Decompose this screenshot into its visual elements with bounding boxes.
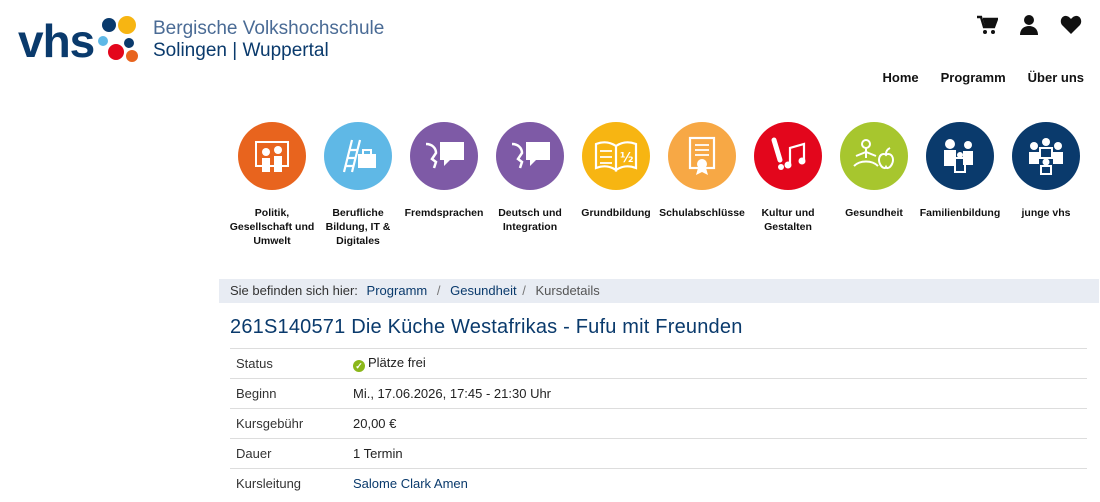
row-key: Status xyxy=(230,348,353,379)
org-line1: Bergische Volkshochschule xyxy=(153,18,385,39)
category-kultur-gestalten[interactable]: Kultur und Gestalten xyxy=(745,122,831,248)
breadcrumb-gesundheit[interactable]: Gesundheit xyxy=(450,283,517,298)
vhs-logo[interactable]: vhs Bergische Volkshochschule Solingen |… xyxy=(8,12,398,72)
breadcrumb: Sie befinden sich hier: Programm / Gesun… xyxy=(219,279,1099,303)
category-circle xyxy=(926,122,994,190)
table-row: Kursgebühr 20,00 € xyxy=(230,408,1087,439)
breadcrumb-separator: / xyxy=(436,283,441,298)
table-row: Dauer 1 Termin xyxy=(230,438,1087,469)
heart-icon[interactable] xyxy=(1060,14,1082,36)
category-label: Deutsch und Integration xyxy=(498,207,562,233)
row-key: Dauer xyxy=(230,438,353,469)
category-berufliche-bildung[interactable]: Berufliche Bildung, IT & Digitales xyxy=(315,122,401,248)
speech-icon xyxy=(511,142,550,169)
main-nav: Home Programm Über uns xyxy=(883,70,1085,85)
status-text: Plätze frei xyxy=(368,355,426,370)
category-bar: Politik, Gesellschaft und Umwelt Berufli… xyxy=(229,122,1089,248)
speech-icon xyxy=(425,142,464,169)
category-circle: ½ xyxy=(582,122,650,190)
page-title: 261S140571 Die Küche Westafrikas - Fufu … xyxy=(230,316,743,338)
ladder-briefcase-icon xyxy=(342,139,376,173)
cart-icon[interactable] xyxy=(976,14,999,36)
category-label: Berufliche Bildung, IT & Digitales xyxy=(325,207,391,247)
category-circle xyxy=(668,122,736,190)
category-label: junge vhs xyxy=(1021,207,1071,219)
row-value: 20,00 € xyxy=(353,408,1087,439)
category-label: Kultur und Gestalten xyxy=(761,207,815,233)
certificate-icon xyxy=(688,136,716,175)
family-icon xyxy=(944,139,973,173)
book-icon: ½ xyxy=(594,141,638,173)
row-value: ✓ Plätze frei xyxy=(353,348,1087,379)
instructor-link[interactable]: Salome Clark Amen xyxy=(353,468,1087,498)
category-circle xyxy=(410,122,478,190)
row-key: Kursgebühr xyxy=(230,408,353,439)
category-label: Schulabschlüsse xyxy=(659,207,745,219)
category-label: Politik, Gesellschaft und Umwelt xyxy=(229,207,315,247)
breadcrumb-separator: / xyxy=(522,283,526,298)
category-label: Familienbildung xyxy=(919,207,1001,219)
people-icon xyxy=(255,141,289,172)
category-junge-vhs[interactable]: junge vhs xyxy=(1003,122,1089,248)
category-label: Fremdsprachen xyxy=(404,207,484,219)
category-circle xyxy=(496,122,564,190)
user-icon[interactable] xyxy=(1018,14,1040,36)
category-fremdsprachen[interactable]: Fremdsprachen xyxy=(401,122,487,248)
table-row: Beginn Mi., 17.06.2026, 17:45 - 21:30 Uh… xyxy=(230,378,1087,409)
category-circle xyxy=(238,122,306,190)
category-label: Gesundheit xyxy=(845,207,903,219)
check-icon: ✓ xyxy=(353,360,365,372)
breadcrumb-current: Kursdetails xyxy=(535,283,600,298)
org-line2: Solingen | Wuppertal xyxy=(153,40,329,61)
org-name: Bergische Volkshochschule Solingen | Wup… xyxy=(153,18,384,62)
nav-ueber-uns[interactable]: Über uns xyxy=(1028,70,1084,85)
category-grundbildung[interactable]: ½ Grundbildung xyxy=(573,122,659,248)
category-circle xyxy=(840,122,908,190)
breadcrumb-programm[interactable]: Programm xyxy=(367,283,428,298)
category-deutsch-integration[interactable]: Deutsch und Integration xyxy=(487,122,573,248)
row-key: Beginn xyxy=(230,378,353,409)
row-key: Kursleitung xyxy=(230,468,353,498)
category-circle xyxy=(1012,122,1080,190)
breadcrumb-label: Sie befinden sich hier: xyxy=(230,283,358,298)
logo-wordmark: vhs xyxy=(18,15,95,67)
category-circle xyxy=(324,122,392,190)
category-circle xyxy=(754,122,822,190)
row-value: Mi., 17.06.2026, 17:45 - 21:30 Uhr xyxy=(353,378,1087,409)
svg-text:½: ½ xyxy=(620,151,633,166)
utility-nav xyxy=(976,14,1082,36)
music-icon xyxy=(771,137,806,170)
category-schulabschluesse[interactable]: Schulabschlüsse xyxy=(659,122,745,248)
table-row: Status ✓ Plätze frei xyxy=(230,348,1087,379)
category-politik[interactable]: Politik, Gesellschaft und Umwelt xyxy=(229,122,315,248)
nav-home[interactable]: Home xyxy=(883,70,919,85)
category-gesundheit[interactable]: Gesundheit xyxy=(831,122,917,248)
category-label: Grundbildung xyxy=(581,207,651,219)
yoga-apple-icon xyxy=(853,139,894,169)
category-familienbildung[interactable]: Familienbildung xyxy=(917,122,1003,248)
course-details-table: Status ✓ Plätze frei Beginn Mi., 17.06.20… xyxy=(230,348,1087,498)
nav-programm[interactable]: Programm xyxy=(941,70,1006,85)
group-icon xyxy=(1029,138,1063,175)
row-value: 1 Termin xyxy=(353,438,1087,469)
table-row: Kursleitung Salome Clark Amen xyxy=(230,468,1087,498)
logo-dots xyxy=(96,16,152,68)
